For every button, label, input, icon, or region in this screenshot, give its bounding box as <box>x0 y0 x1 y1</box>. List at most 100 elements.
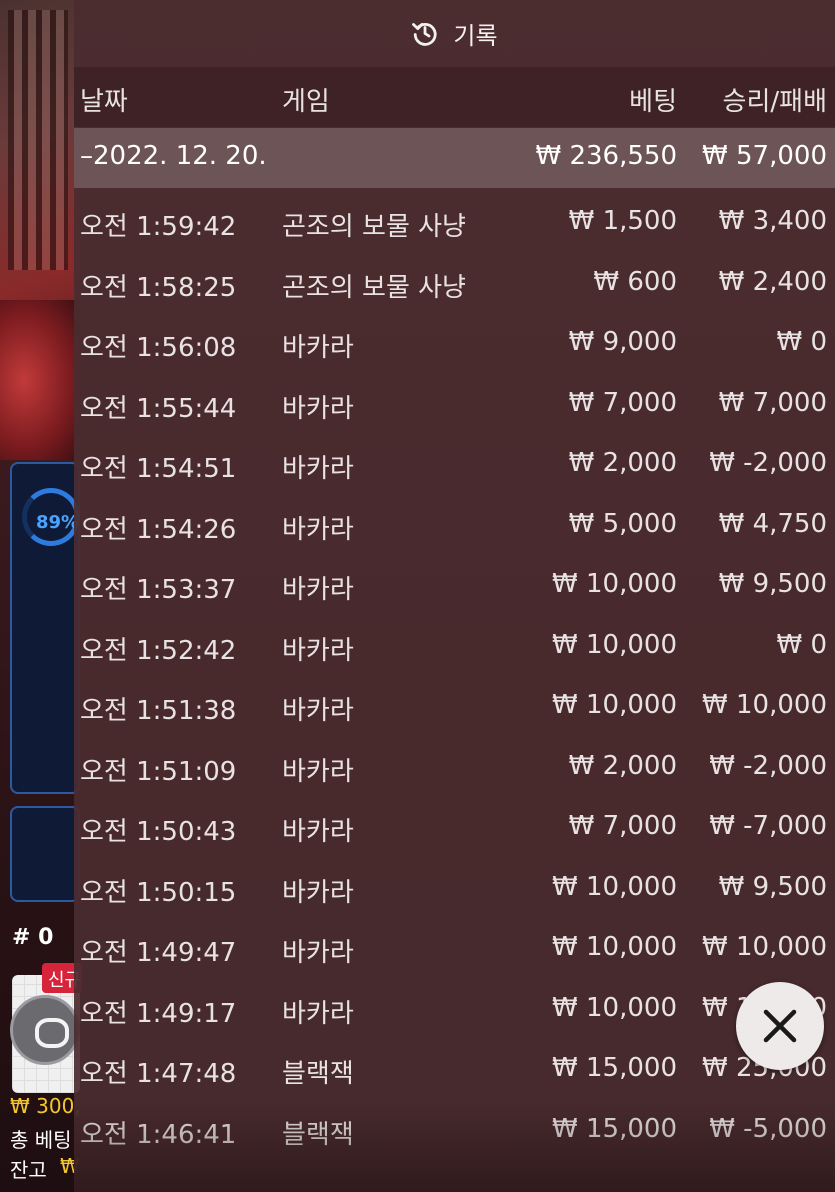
row-bet: ₩ 10,000 <box>552 871 677 902</box>
row-time: 오전 1:51:09 <box>80 756 237 787</box>
row-time: 오전 1:58:25 <box>80 272 237 303</box>
column-result: 승리/패배 <box>722 87 827 117</box>
row-game: 바카라 <box>282 393 354 424</box>
history-row[interactable]: 오전 1:54:26 바카라 ₩ 5,000 ₩ 4,750 <box>74 496 835 557</box>
row-result: ₩ 4,750 <box>718 508 827 539</box>
row-time: 오전 1:49:47 <box>80 938 237 968</box>
history-row[interactable]: 오전 1:51:38 바카라 ₩ 10,000 ₩ 10,000 <box>74 677 835 738</box>
row-time: 오전 1:54:26 <box>80 514 237 545</box>
row-result: ₩ 10,000 <box>702 690 827 720</box>
column-game: 게임 <box>282 87 330 117</box>
row-result: ₩ 0 <box>776 327 827 357</box>
row-result: ₩ 9,500 <box>718 569 827 599</box>
timer-percent: 89% <box>36 512 80 533</box>
row-time: 오전 1:51:38 <box>80 696 237 726</box>
row-result: ₩ 10,000 <box>702 932 827 962</box>
row-game: 바카라 <box>282 756 354 787</box>
row-bet: ₩ 600 <box>593 266 677 297</box>
column-header: 날짜 게임 베팅 승리/패배 <box>74 67 835 127</box>
row-bet: ₩ 15,000 <box>552 1113 677 1144</box>
group-date: –2022. 12. 20. <box>80 141 267 171</box>
history-row[interactable]: 오전 1:50:43 바카라 ₩ 7,000 ₩ -7,000 <box>74 798 835 859</box>
row-result: ₩ -2,000 <box>709 448 827 478</box>
row-time: 오전 1:53:37 <box>80 575 237 605</box>
row-time: 오전 1:55:44 <box>80 393 237 424</box>
row-game: 바카라 <box>282 514 354 545</box>
side-panel[interactable] <box>10 806 80 902</box>
row-bet: ₩ 2,000 <box>568 750 677 781</box>
date-group-row[interactable]: –2022. 12. 20. ₩ 236,550 ₩ 57,000 <box>74 128 835 188</box>
row-result: ₩ 7,000 <box>718 387 827 418</box>
row-bet: ₩ 10,000 <box>552 629 677 660</box>
row-game: 바카라 <box>282 817 354 847</box>
row-result: ₩ -5,000 <box>709 1113 827 1144</box>
history-icon <box>412 23 437 46</box>
history-header: 기록 <box>74 0 835 66</box>
row-time: 오전 1:50:15 <box>80 877 237 908</box>
history-row[interactable]: 오전 1:52:42 바카라 ₩ 10,000 ₩ 0 <box>74 617 835 678</box>
row-bet: ₩ 7,000 <box>568 811 677 841</box>
jackpot-amount: ₩ 300,000.33027 <box>10 1094 80 1118</box>
row-time: 오전 1:59:42 <box>80 212 237 242</box>
history-row[interactable]: 오전 1:53:37 바카라 ₩ 10,000 ₩ 9,500 <box>74 556 835 617</box>
close-button[interactable] <box>736 982 824 1070</box>
live-dealer-scene <box>0 0 80 460</box>
row-bet: ₩ 2,000 <box>568 448 677 478</box>
row-result: ₩ 2,400 <box>718 266 827 297</box>
row-time: 오전 1:47:48 <box>80 1059 237 1089</box>
row-bet: ₩ 7,000 <box>568 387 677 418</box>
row-bet: ₩ 9,000 <box>568 327 677 357</box>
row-time: 오전 1:46:41 <box>80 1119 237 1150</box>
history-row[interactable]: 오전 1:49:17바카라₩ 10,000₩ 10,000 <box>74 980 835 1041</box>
round-label: # 0 <box>12 925 54 950</box>
row-game: 블랙잭 <box>282 1059 354 1089</box>
row-bet: ₩ 15,000 <box>552 1053 677 1083</box>
row-game: 바카라 <box>282 635 354 666</box>
row-game: 바카라 <box>282 333 354 363</box>
history-row[interactable]: 오전 1:55:44 바카라 ₩ 7,000 ₩ 7,000 <box>74 375 835 436</box>
row-time: 오전 1:52:42 <box>80 635 237 666</box>
row-time: 오전 1:56:08 <box>80 333 237 363</box>
row-game: 곤조의 보물 사냥 <box>282 212 466 242</box>
row-game: 바카라 <box>282 877 354 908</box>
row-result: ₩ 9,500 <box>718 871 827 902</box>
group-result-total: ₩ 57,000 <box>702 141 827 171</box>
row-time: 오전 1:54:51 <box>80 454 237 484</box>
chip-icon[interactable] <box>10 995 80 1065</box>
history-row[interactable]: 오전 1:50:15 바카라 ₩ 10,000 ₩ 9,500 <box>74 859 835 920</box>
row-result: ₩ 0 <box>776 629 827 660</box>
row-game: 바카라 <box>282 938 354 968</box>
row-bet: ₩ 1,500 <box>568 206 677 236</box>
row-bet: ₩ 5,000 <box>568 508 677 539</box>
row-bet: ₩ 10,000 <box>552 932 677 962</box>
total-bet-label: 총 베팅 <box>10 1128 72 1152</box>
row-bet: ₩ 10,000 <box>552 992 677 1023</box>
history-row[interactable]: 오전 1:56:08 바카라 ₩ 9,000 ₩ 0 <box>74 314 835 375</box>
history-row[interactable]: 오전 1:51:09 바카라 ₩ 2,000 ₩ -2,000 <box>74 738 835 799</box>
history-row[interactable]: 오전 1:54:51 바카라 ₩ 2,000 ₩ -2,000 <box>74 435 835 496</box>
row-result: ₩ -2,000 <box>709 750 827 781</box>
row-result: ₩ -7,000 <box>709 811 827 841</box>
history-row[interactable]: 오전 1:46:41 블랙잭 ₩ 15,000 ₩ -5,000 <box>74 1101 835 1162</box>
row-time: 오전 1:50:43 <box>80 817 237 847</box>
row-game: 바카라 <box>282 575 354 605</box>
history-row[interactable]: 오전 1:49:47 바카라 ₩ 10,000 ₩ 10,000 <box>74 919 835 980</box>
row-game: 바카라 <box>282 696 354 726</box>
row-game: 바카라 <box>282 998 354 1029</box>
column-date: 날짜 <box>80 87 128 117</box>
history-row[interactable]: 오전 1:47:48 블랙잭 ₩ 15,000 ₩ 25,000 <box>74 1040 835 1101</box>
history-title: 기록 <box>453 21 498 50</box>
balance-label: 잔고 <box>10 1158 47 1182</box>
history-panel: 기록 날짜 게임 베팅 승리/패배 –2022. 12. 20. ₩ 236,5… <box>74 0 835 1192</box>
column-bet: 베팅 <box>629 87 677 117</box>
row-result: ₩ 3,400 <box>718 206 827 236</box>
row-bet: ₩ 10,000 <box>552 569 677 599</box>
group-bet-total: ₩ 236,550 <box>535 141 678 171</box>
history-list: 오전 1:59:42 곤조의 보물 사냥 ₩ 1,500 ₩ 3,400 오전 1:58… <box>74 193 835 1161</box>
row-time: 오전 1:49:17 <box>80 998 237 1029</box>
row-bet: ₩ 10,000 <box>552 690 677 720</box>
row-game: 곤조의 보물 사냥 <box>282 272 466 303</box>
row-game: 바카라 <box>282 454 354 484</box>
history-row[interactable]: 오전 1:58:25 곤조의 보물 사냥 ₩ 600 ₩ 2,400 <box>74 254 835 315</box>
history-row[interactable]: 오전 1:59:42 곤조의 보물 사냥 ₩ 1,500 ₩ 3,400 <box>74 193 835 254</box>
